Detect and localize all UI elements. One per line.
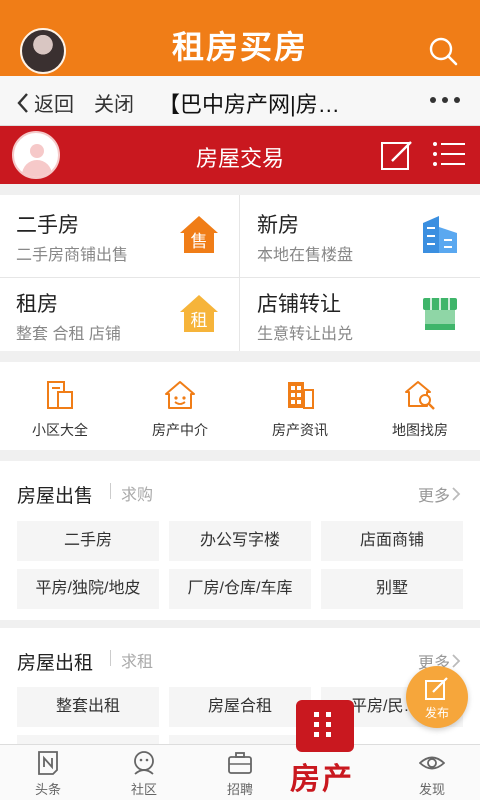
- category-subtitle: 整套 合租 店铺: [16, 326, 121, 343]
- publish-button[interactable]: 发布: [406, 666, 468, 728]
- tab-label: 社区: [130, 782, 157, 797]
- building-grid-icon: [296, 700, 354, 752]
- tag-item[interactable]: 整套出租: [17, 687, 159, 727]
- web-nav-bar: 返回 关闭 【巴中房产网|房…: [0, 76, 480, 126]
- more-link[interactable]: 更多: [418, 482, 462, 506]
- category-title: 租房: [16, 293, 58, 316]
- eye-icon: [419, 756, 445, 770]
- list-menu-icon[interactable]: [432, 140, 466, 168]
- category-title: 二手房: [16, 214, 79, 237]
- tag-item[interactable]: [17, 735, 159, 744]
- divider: [0, 277, 480, 278]
- tab-label: 发现: [418, 782, 445, 797]
- quick-link-label: 小区大全: [32, 422, 88, 438]
- category-rent[interactable]: 租房 整套 合租 店铺 租: [0, 274, 238, 351]
- chevron-right-icon: [452, 654, 461, 668]
- quick-link-news[interactable]: 房产资讯: [240, 362, 360, 450]
- tab-community[interactable]: 社区: [96, 745, 192, 800]
- section-sub-link[interactable]: 求购: [121, 481, 153, 505]
- tab-label: 头条: [34, 782, 61, 797]
- tag-item[interactable]: 别墅: [321, 569, 463, 609]
- section-title: 房屋出租: [17, 653, 94, 674]
- tab-headline[interactable]: 头条: [0, 745, 96, 800]
- briefcase-icon: [228, 752, 252, 774]
- section-sub-link[interactable]: 求租: [121, 648, 153, 672]
- tab-property[interactable]: 房产: [290, 700, 376, 800]
- divider: [110, 483, 111, 499]
- more-dots-icon[interactable]: [428, 90, 462, 110]
- icon-glyph: 租: [191, 311, 208, 331]
- category-subtitle: 二手房商铺出售: [16, 247, 129, 264]
- tag-item[interactable]: 二手房: [17, 521, 159, 561]
- category-grid: 二手房 二手房商铺出售 售 新房 本地在售楼盘 租房 整套 合租 店铺 租 店铺…: [0, 195, 480, 351]
- rent-house-icon: 租: [180, 295, 218, 332]
- news-building-icon: [288, 382, 314, 409]
- quick-link-map[interactable]: 地图找房: [360, 362, 480, 450]
- section-banner: 房屋交易: [0, 126, 480, 184]
- edit-icon[interactable]: [380, 139, 414, 171]
- edit-icon: [425, 677, 448, 700]
- divider: [110, 650, 111, 666]
- back-button[interactable]: 返回: [16, 88, 74, 117]
- agent-house-icon: [165, 381, 195, 409]
- tag-item[interactable]: 办公写字楼: [169, 521, 311, 561]
- quick-link-agent[interactable]: 房产中介: [120, 362, 240, 450]
- community-face-icon: [134, 751, 154, 775]
- more-label: 更多: [417, 488, 450, 505]
- icon-glyph: 售: [191, 232, 208, 252]
- quick-link-label: 房产中介: [152, 422, 208, 438]
- map-search-icon: [405, 381, 435, 410]
- sale-section: 房屋出售 求购 更多 二手房 办公写字楼 店面商铺 平房/独院/地皮 厂房/仓库…: [0, 461, 480, 620]
- tab-label: 招聘: [226, 782, 253, 797]
- building-icon: [423, 216, 457, 253]
- quick-link-label: 房产资讯: [272, 422, 328, 438]
- community-icon: [47, 381, 73, 409]
- back-label: 返回: [34, 94, 74, 116]
- publish-label: 发布: [424, 706, 449, 720]
- quick-link-community[interactable]: 小区大全: [0, 362, 120, 450]
- category-subtitle: 本地在售楼盘: [257, 247, 354, 264]
- divider: [239, 195, 240, 351]
- app-header: 租房买房: [0, 0, 480, 76]
- tag-item[interactable]: 平房/独院/地皮: [17, 569, 159, 609]
- tab-recruit[interactable]: 招聘: [192, 745, 288, 800]
- page-title: 【巴中房产网|房…: [158, 92, 340, 117]
- category-new-house[interactable]: 新房 本地在售楼盘: [241, 195, 479, 272]
- category-second-hand[interactable]: 二手房 二手房商铺出售 售: [0, 195, 238, 272]
- category-subtitle: 生意转让出兑: [257, 326, 354, 343]
- category-shop-transfer[interactable]: 店铺转让 生意转让出兑: [241, 274, 479, 351]
- bottom-tab-bar: 头条 社区 招聘 发现: [0, 744, 480, 800]
- tab-discover[interactable]: 发现: [384, 745, 480, 800]
- chevron-left-icon: [17, 92, 28, 113]
- quick-link-label: 地图找房: [392, 422, 448, 438]
- category-title: 新房: [257, 214, 299, 237]
- section-title: 房屋出售: [17, 486, 94, 507]
- sale-house-icon: 售: [180, 216, 218, 253]
- headline-icon: [38, 751, 58, 775]
- shop-icon: [423, 298, 457, 330]
- category-title: 店铺转让: [257, 293, 341, 316]
- tag-item[interactable]: 厂房/仓库/车库: [169, 569, 311, 609]
- quick-links: 小区大全 房产中介 房产资讯 地图找房: [0, 362, 480, 450]
- search-icon[interactable]: [428, 36, 458, 66]
- tab-label: 房产: [290, 763, 354, 796]
- app-title: 租房买房: [171, 29, 308, 65]
- chevron-right-icon: [452, 487, 461, 501]
- close-button[interactable]: 关闭: [94, 88, 134, 117]
- tag-item[interactable]: 店面商铺: [321, 521, 463, 561]
